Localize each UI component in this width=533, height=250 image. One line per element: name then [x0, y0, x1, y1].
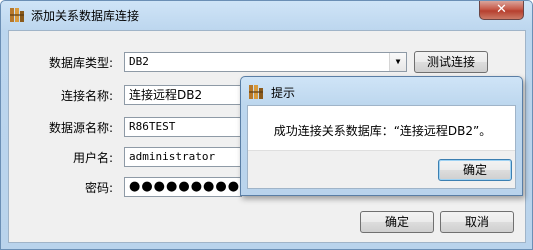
message-dialog: 提示 成功连接关系数据库：“连接远程DB2”。 确定 [240, 76, 523, 196]
dialog-ok-button[interactable]: 确定 [438, 159, 512, 181]
username-label: 用户名: [72, 151, 113, 165]
cancel-button[interactable]: 取消 [440, 211, 514, 233]
dialog-footer: 确定 [248, 150, 515, 188]
datasource-input[interactable]: R86TEST [124, 117, 242, 137]
username-input[interactable]: administrator [124, 147, 242, 167]
datasource-label: 数据源名称: [48, 121, 113, 135]
close-button[interactable]: ✕ [479, 1, 524, 20]
db-type-label: 数据库类型: [48, 56, 113, 70]
conn-name-input[interactable]: 连接远程DB2 [124, 85, 242, 105]
password-input[interactable]: ●●●●●●●●● [124, 177, 242, 197]
main-titlebar[interactable]: 添加关系数据库连接 ✕ [1, 1, 532, 29]
ok-button[interactable]: 确定 [360, 211, 434, 233]
app-icon [248, 84, 264, 100]
app-icon [9, 7, 25, 23]
test-connection-button[interactable]: 测试连接 [414, 51, 488, 73]
db-type-value: DB2 [129, 55, 149, 68]
chevron-down-icon[interactable]: ▼ [389, 53, 406, 71]
conn-name-label: 连接名称: [60, 89, 113, 103]
close-icon: ✕ [496, 2, 507, 17]
db-type-select[interactable]: DB2 ▼ [124, 52, 407, 72]
dialog-body: 成功连接关系数据库：“连接远程DB2”。 确定 [247, 105, 516, 189]
window-title: 添加关系数据库连接 [31, 9, 140, 23]
dialog-message: 成功连接关系数据库：“连接远程DB2”。 [273, 124, 492, 138]
dialog-title: 提示 [271, 86, 296, 100]
password-label: 密码: [84, 181, 113, 195]
